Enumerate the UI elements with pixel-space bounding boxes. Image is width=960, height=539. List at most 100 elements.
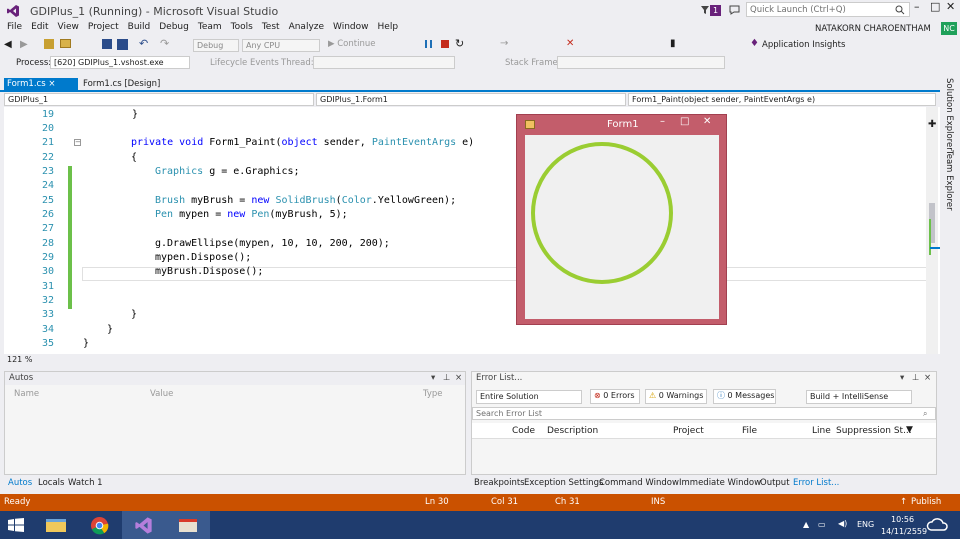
menu-help[interactable]: Help — [378, 22, 399, 32]
stop-icon[interactable] — [441, 40, 449, 48]
volume-icon[interactable]: ◀) — [838, 519, 847, 528]
member-dropdown[interactable]: Form1_Paint(object sender, PaintEventArg… — [628, 93, 936, 106]
pin-icon[interactable]: ⊥ — [443, 372, 450, 385]
class-dropdown[interactable]: GDIPlus_1.Form1 — [316, 93, 626, 106]
split-icon[interactable]: ✚ — [928, 120, 936, 130]
tab-watch1[interactable]: Watch 1 — [68, 478, 103, 488]
code-editor[interactable]: 19 20 21 22 23 24 25 26 27 28 29 30 31 3… — [4, 107, 940, 354]
form-maximize-button[interactable]: □ — [680, 116, 689, 127]
menu-tools[interactable]: Tools — [231, 22, 253, 32]
tab-error-list[interactable]: Error List... — [793, 478, 839, 488]
solution-explorer-tab[interactable]: Solution Explorer — [944, 78, 954, 151]
form-close-button[interactable]: ✕ — [703, 116, 711, 127]
collapse-icon[interactable]: − — [74, 139, 81, 146]
quick-launch-input[interactable]: Quick Launch (Ctrl+Q) — [746, 2, 910, 17]
network-icon[interactable]: ▭ — [818, 520, 826, 529]
form1-window[interactable]: Form1 – □ ✕ — [516, 114, 727, 325]
warnings-filter-button[interactable]: ⚠ 0 Warnings — [645, 389, 707, 404]
chrome-button[interactable] — [78, 511, 122, 539]
col-project[interactable]: Project — [673, 426, 704, 436]
menu-analyze[interactable]: Analyze — [289, 22, 324, 32]
menu-test[interactable]: Test — [262, 22, 280, 32]
process-dropdown[interactable]: [620] GDIPlus_1.vshost.exe — [50, 56, 190, 69]
project-dropdown[interactable]: GDIPlus_1 — [4, 93, 314, 106]
error-search-input[interactable]: Search Error List ⌕ — [472, 407, 936, 420]
windows-start-icon[interactable] — [8, 518, 24, 532]
menu-window[interactable]: Window — [333, 22, 369, 32]
tab-form1-design[interactable]: Form1.cs [Design] — [83, 78, 160, 91]
bookmark-icon[interactable]: ▮ — [670, 38, 676, 49]
tab-autos[interactable]: Autos — [8, 478, 32, 488]
build-filter-dropdown[interactable]: Build + IntelliSense — [806, 390, 912, 404]
menu-file[interactable]: File — [7, 22, 22, 32]
menu-team[interactable]: Team — [198, 22, 222, 32]
minimize-button[interactable]: – — [914, 0, 920, 13]
dropdown-icon[interactable]: ▾ — [900, 372, 904, 385]
tab-locals[interactable]: Locals — [38, 478, 64, 488]
user-name[interactable]: NATAKORN CHAROENTHAM — [815, 24, 931, 34]
messages-filter-button[interactable]: ⓘ 0 Messages — [713, 389, 776, 404]
col-value[interactable]: Value — [150, 389, 173, 401]
col-suppression[interactable]: Suppression St... — [836, 426, 912, 436]
publish-icon[interactable]: ↑ — [900, 497, 907, 507]
menu-debug[interactable]: Debug — [159, 22, 189, 32]
config-dropdown[interactable]: Debug — [193, 39, 239, 52]
publish-button[interactable]: Publish — [911, 497, 941, 507]
language-indicator[interactable]: ENG — [857, 520, 874, 529]
visual-studio-taskbar-button[interactable] — [122, 511, 166, 539]
col-description[interactable]: Description — [547, 426, 598, 436]
menu-view[interactable]: View — [58, 22, 79, 32]
scope-dropdown[interactable]: Entire Solution — [476, 390, 582, 404]
col-name[interactable]: Name — [14, 389, 39, 401]
clock-time[interactable]: 10:56 — [891, 515, 914, 524]
menu-project[interactable]: Project — [88, 22, 119, 32]
close-icon[interactable]: × — [924, 372, 931, 385]
maximize-button[interactable]: □ — [930, 0, 940, 13]
tab-form1-cs[interactable]: Form1.cs × — [4, 78, 78, 91]
redo-icon[interactable]: ↷ — [160, 37, 169, 50]
save-icon[interactable] — [102, 39, 112, 49]
form-minimize-button[interactable]: – — [660, 116, 665, 127]
close-icon[interactable]: × — [455, 372, 462, 385]
show-next-statement-icon[interactable]: → — [500, 38, 508, 49]
file-explorer-button[interactable] — [34, 511, 78, 539]
filter-icon[interactable] — [700, 5, 710, 15]
col-type[interactable]: Type — [423, 389, 443, 401]
continue-button[interactable]: ▶ Continue — [328, 39, 375, 49]
tab-immediate-window[interactable]: Immediate Window — [679, 478, 761, 488]
filter-icon[interactable]: ▼ — [906, 425, 913, 435]
errors-filter-button[interactable]: ⊗ 0 Errors — [590, 389, 640, 404]
undo-icon[interactable]: ↶ — [139, 37, 148, 50]
feedback-icon[interactable] — [729, 5, 740, 15]
close-button[interactable]: ✕ — [946, 0, 955, 13]
app-insights-button[interactable]: Application Insights — [762, 40, 845, 50]
back-icon[interactable]: ◀ — [4, 39, 12, 50]
avatar[interactable]: NC — [941, 22, 957, 35]
col-file[interactable]: File — [742, 426, 757, 436]
thread-dropdown[interactable] — [313, 56, 455, 69]
form1-client-area[interactable] — [525, 135, 719, 319]
tray-chevron-icon[interactable]: ▲ — [803, 520, 809, 529]
pause-icon[interactable] — [425, 40, 432, 48]
pin-icon[interactable]: ⊥ — [912, 372, 919, 385]
restart-icon[interactable]: ↻ — [455, 37, 464, 50]
open-folder-icon[interactable] — [60, 39, 71, 48]
col-line[interactable]: Line — [812, 426, 831, 436]
platform-dropdown[interactable]: Any CPU — [242, 39, 320, 52]
tab-output[interactable]: Output — [760, 478, 790, 488]
breakpoint-icon[interactable]: ✕ — [566, 38, 574, 49]
zoom-level[interactable]: 121 % — [4, 355, 940, 367]
lifecycle-events-button[interactable]: Lifecycle Events — [210, 58, 279, 68]
col-code[interactable]: Code — [512, 426, 535, 436]
notification-badge[interactable]: 1 — [710, 5, 721, 16]
form1-taskbar-button[interactable] — [166, 511, 210, 539]
editor-scrollbar[interactable]: ✚ — [926, 107, 940, 354]
team-explorer-tab[interactable]: Team Explorer — [944, 150, 954, 211]
tab-exception-settings[interactable]: Exception Settings — [524, 478, 603, 488]
forward-icon[interactable]: ▶ — [20, 39, 28, 50]
new-project-icon[interactable] — [44, 39, 54, 49]
menu-edit[interactable]: Edit — [31, 22, 48, 32]
tab-breakpoints[interactable]: Breakpoints — [474, 478, 525, 488]
clock-date[interactable]: 14/11/2559 — [881, 527, 927, 536]
stack-frame-dropdown[interactable] — [557, 56, 725, 69]
